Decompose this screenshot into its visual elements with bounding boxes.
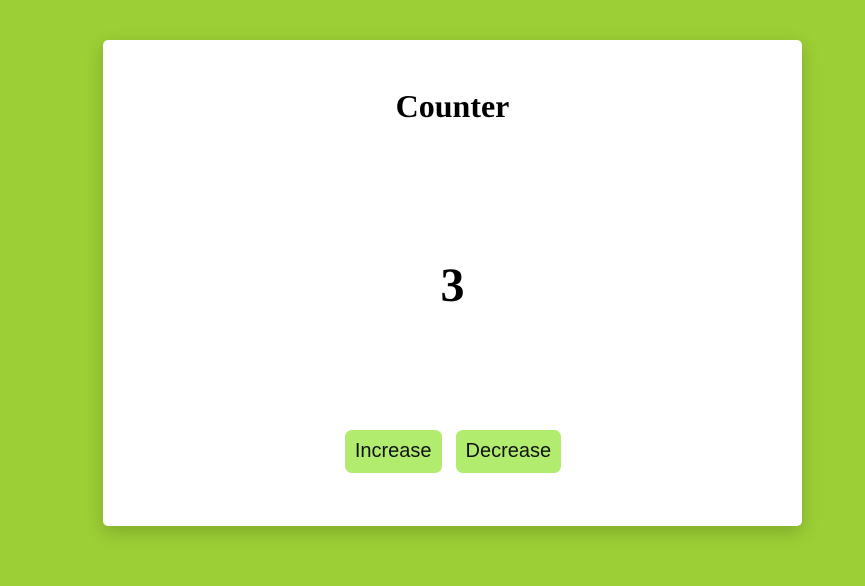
- button-row: Increase Decrease: [103, 430, 802, 473]
- page-title: Counter: [395, 88, 510, 124]
- increase-button[interactable]: Increase: [344, 430, 442, 473]
- counter-value: 3: [440, 259, 465, 312]
- decrease-button[interactable]: Decrease: [455, 430, 562, 473]
- counter-card: Counter 3 Increase Decrease: [103, 40, 802, 526]
